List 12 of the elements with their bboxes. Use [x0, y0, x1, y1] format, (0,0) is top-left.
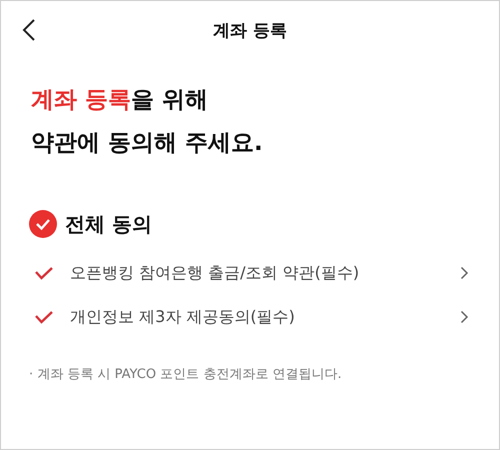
agree-all-label: 전체 동의 [65, 211, 152, 238]
info-note: · 계좌 등록 시 PAYCO 포인트 충전계좌로 연결됩니다. [28, 366, 343, 384]
screen-title: 계좌 등록 [213, 20, 287, 44]
back-button[interactable] [21, 17, 37, 42]
back-icon [21, 18, 37, 42]
check-circle-icon[interactable] [29, 210, 57, 238]
chevron-right-icon [460, 310, 469, 324]
terms-item[interactable]: 오픈뱅킹 참여은행 출금/조회 약관(필수) [1, 251, 499, 295]
headline-text: 계좌 등록을 위해 [31, 86, 210, 115]
headline-text: 약관에 동의해 주세요. [31, 129, 264, 158]
chevron-right-icon [460, 266, 469, 280]
terms-item[interactable]: 개인정보 제3자 제공동의(필수) [1, 295, 499, 339]
